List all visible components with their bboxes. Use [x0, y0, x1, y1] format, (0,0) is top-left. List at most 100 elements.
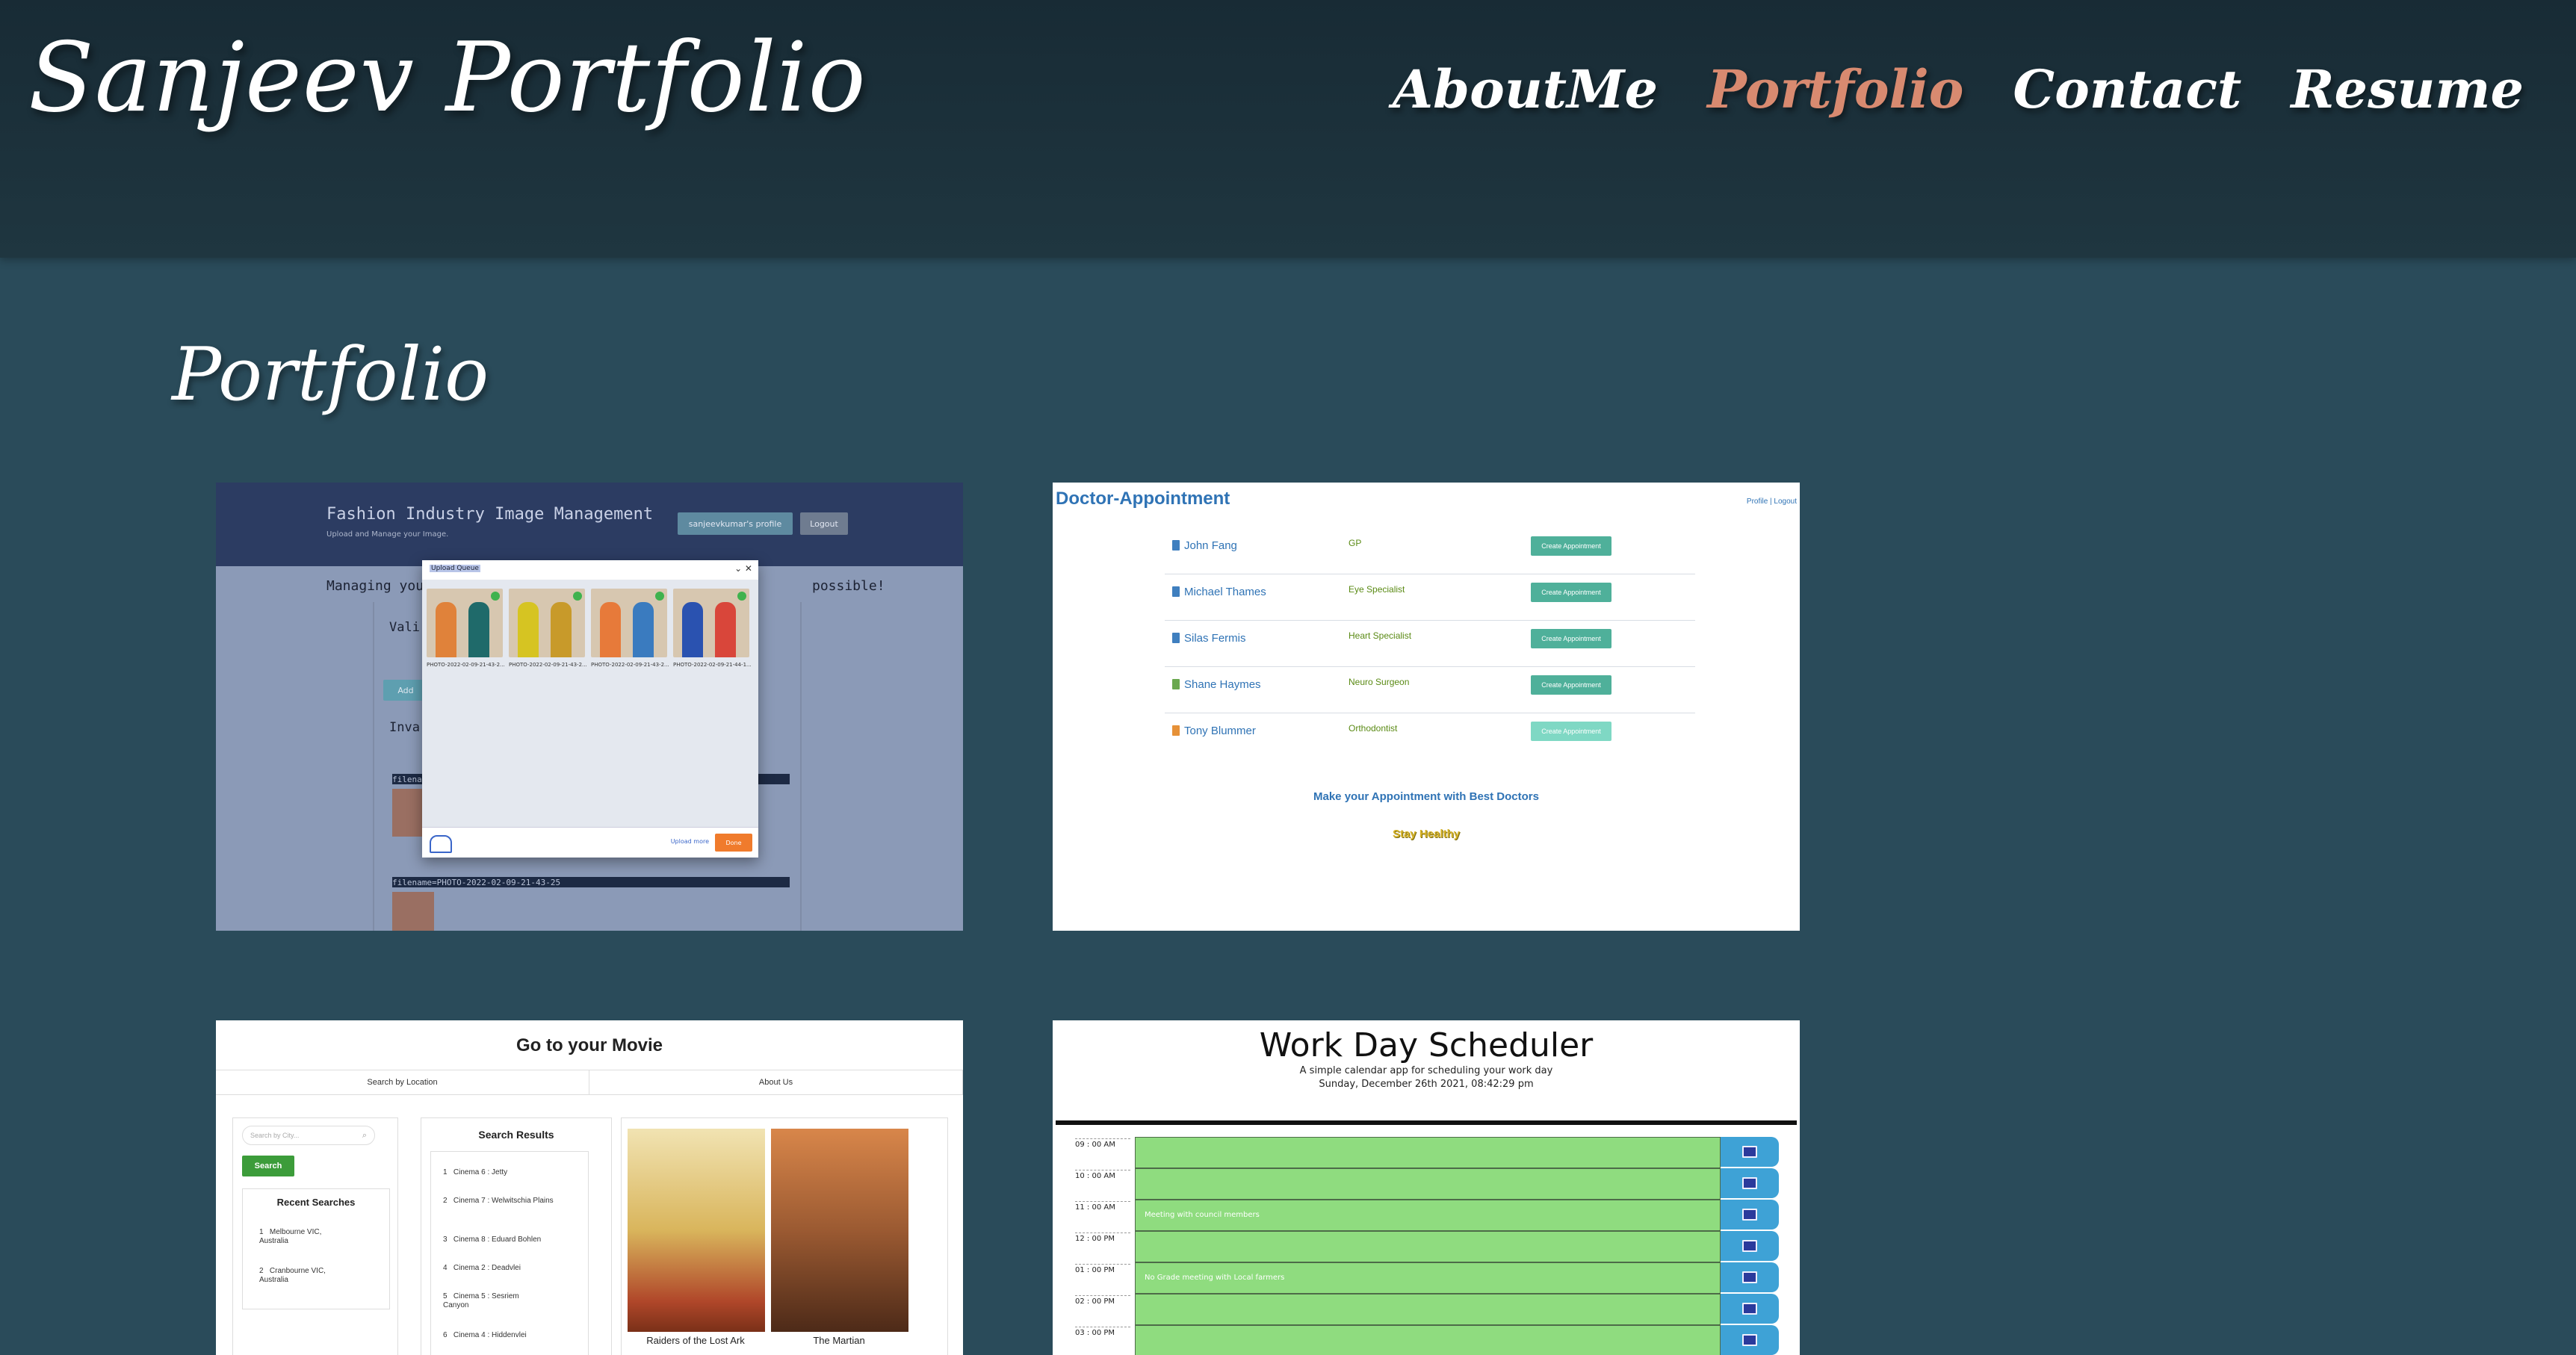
nav-portfolio[interactable]: Portfolio — [1707, 58, 1963, 120]
scheduler-subtitle: A simple calendar app for scheduling you… — [1299, 1065, 1553, 1076]
hour-event-input[interactable] — [1135, 1325, 1721, 1355]
create-appointment-button[interactable]: Create Appointment — [1531, 536, 1611, 556]
result-item[interactable]: 5 Cinema 5 : Sesriem Canyon — [443, 1292, 540, 1310]
create-appointment-button[interactable]: Create Appointment — [1531, 722, 1611, 741]
fashion-file-label: filena — [392, 775, 422, 784]
upload-queue-modal: Upload Queue ⌄ ✕ PHOTO-2022-02-09-21-43-… — [422, 560, 758, 858]
save-icon — [1742, 1334, 1757, 1346]
hour-label: 12 : 00 PM — [1075, 1232, 1130, 1243]
save-button[interactable] — [1721, 1325, 1779, 1355]
photo-caption: PHOTO-2022-02-09-21-43-2... — [509, 662, 587, 668]
project-card-fashion[interactable]: Fashion Industry Image Management Upload… — [216, 483, 963, 931]
save-button[interactable] — [1721, 1137, 1779, 1167]
close-icon[interactable]: ⌄ ✕ — [734, 563, 752, 574]
recent-searches-heading: Recent Searches — [276, 1197, 356, 1208]
photo-thumbnail[interactable] — [591, 589, 667, 657]
fashion-logout-button[interactable]: Logout — [800, 512, 848, 535]
search-results-heading: Search Results — [478, 1129, 554, 1141]
hour-event-input[interactable]: Meeting with council members — [1135, 1200, 1721, 1231]
poster-image[interactable] — [771, 1129, 908, 1332]
search-icon: ⌕ — [362, 1131, 367, 1140]
hour-row: 10 : 00 AM — [1075, 1168, 1779, 1200]
scheduler-date: Sunday, December 26th 2021, 08:42:29 pm — [1319, 1079, 1534, 1090]
poster-image[interactable] — [628, 1129, 765, 1332]
save-button[interactable] — [1721, 1294, 1779, 1324]
movie-title: Raiders of the Lost Ark — [646, 1335, 745, 1346]
tab-about-us[interactable]: About Us — [589, 1070, 963, 1094]
doctor-name: Shane Haymes — [1184, 678, 1261, 691]
result-item[interactable]: 3 Cinema 8 : Eduard Bohlen — [443, 1235, 541, 1244]
book-icon — [1172, 725, 1180, 736]
fashion-profile-button[interactable]: sanjeevkumar's profile — [678, 512, 793, 535]
section-title: Portfolio — [172, 332, 489, 418]
doctor-name: Silas Fermis — [1184, 632, 1246, 645]
photo-caption: PHOTO-2022-02-09-21-44-1... — [673, 662, 752, 668]
photo-caption: PHOTO-2022-02-09-21-43-2... — [427, 662, 505, 668]
movie-app-title: Go to your Movie — [515, 1035, 663, 1055]
hour-label: 11 : 00 AM — [1075, 1201, 1130, 1212]
city-search-input[interactable]: Search by City... ⌕ — [242, 1126, 375, 1145]
project-card-doctor[interactable]: Doctor-Appointment Profile | Logout John… — [1053, 483, 1800, 931]
hour-event-input[interactable] — [1135, 1294, 1721, 1325]
recent-search-item[interactable]: 1 Melbourne VIC, Australia — [259, 1228, 341, 1246]
save-button[interactable] — [1721, 1168, 1779, 1198]
doctor-specialty: GP — [1349, 538, 1362, 548]
check-icon — [573, 592, 582, 601]
photo-thumbnail[interactable] — [673, 589, 749, 657]
movie-posters: Raiders of the Lost Ark The Martian — [621, 1117, 948, 1355]
fashion-header: Fashion Industry Image Management Upload… — [216, 483, 963, 566]
photo-caption: PHOTO-2022-02-09-21-43-2... — [591, 662, 669, 668]
search-button[interactable]: Search — [242, 1156, 294, 1176]
fashion-file-label: filename=PHOTO-2022-02-09-21-43-25 — [392, 878, 561, 887]
modal-footer: Upload more Done — [422, 827, 758, 858]
result-item[interactable]: 6 Cinema 4 : Hiddenvlei — [443, 1331, 527, 1340]
site-brand[interactable]: Sanjeev Portfolio — [28, 22, 867, 134]
recent-search-item[interactable]: 2 Cranbourne VIC, Australia — [259, 1267, 341, 1285]
result-item[interactable]: 4 Cinema 2 : Deadvlei — [443, 1264, 521, 1273]
check-icon — [737, 592, 746, 601]
create-appointment-button[interactable]: Create Appointment — [1531, 629, 1611, 648]
save-button[interactable] — [1721, 1231, 1779, 1261]
doctor-name: John Fang — [1184, 539, 1237, 552]
save-icon — [1742, 1209, 1757, 1221]
photo-thumbnail[interactable] — [427, 589, 503, 657]
tab-search-by-location[interactable]: Search by Location — [216, 1070, 589, 1094]
save-button[interactable] — [1721, 1200, 1779, 1230]
hour-row: 12 : 00 PM — [1075, 1231, 1779, 1262]
save-button[interactable] — [1721, 1262, 1779, 1292]
done-button[interactable]: Done — [715, 834, 752, 852]
nav-resume[interactable]: Resume — [2291, 58, 2524, 120]
project-card-movie[interactable]: Go to your Movie Search by Location Abou… — [216, 1020, 963, 1355]
fashion-add-button[interactable]: Add — [383, 680, 428, 701]
movie-search-panel: Search by City... ⌕ Search Recent Searche… — [232, 1117, 398, 1355]
upload-more-link[interactable]: Upload more — [671, 838, 709, 845]
book-icon — [1172, 679, 1180, 689]
search-results-panel: Search Results 1 Cinema 6 : Jetty 2 Cine… — [421, 1117, 612, 1355]
fashion-valid-label: Vali — [389, 620, 420, 635]
site-header: Sanjeev Portfolio AboutMe Portfolio Cont… — [0, 0, 2576, 258]
hour-event-input[interactable] — [1135, 1137, 1721, 1168]
hour-event-input[interactable] — [1135, 1168, 1721, 1200]
hour-row: 09 : 00 AM — [1075, 1137, 1779, 1168]
hour-event-input[interactable]: No Grade meeting with Local farmers — [1135, 1262, 1721, 1294]
hour-event-input[interactable] — [1135, 1231, 1721, 1262]
nav-aboutme[interactable]: AboutMe — [1393, 58, 1658, 120]
save-icon — [1742, 1271, 1757, 1283]
check-icon — [491, 592, 500, 601]
fashion-file-thumb — [392, 892, 434, 931]
result-item[interactable]: 1 Cinema 6 : Jetty — [443, 1168, 507, 1177]
book-icon — [1172, 586, 1180, 597]
photo-thumbnail[interactable] — [509, 589, 585, 657]
create-appointment-button[interactable]: Create Appointment — [1531, 583, 1611, 602]
hour-label: 03 : 00 PM — [1075, 1327, 1130, 1337]
create-appointment-button[interactable]: Create Appointment — [1531, 675, 1611, 695]
result-item[interactable]: 2 Cinema 7 : Welwitschia Plains — [443, 1197, 555, 1206]
uploader-logo-icon — [430, 835, 452, 853]
project-card-scheduler[interactable]: Work Day Scheduler A simple calendar app… — [1053, 1020, 1800, 1355]
fashion-intro: Managing your possible! — [326, 578, 885, 594]
doctor-row: Shane Haymes Neuro Surgeon Create Appoin… — [1165, 666, 1695, 713]
nav-contact[interactable]: Contact — [2013, 58, 2241, 120]
doctor-row: Michael Thames Eye Specialist Create App… — [1165, 574, 1695, 621]
doctor-name: Tony Blummer — [1184, 725, 1256, 737]
doctor-profile-logout-links[interactable]: Profile | Logout — [1747, 497, 1797, 506]
